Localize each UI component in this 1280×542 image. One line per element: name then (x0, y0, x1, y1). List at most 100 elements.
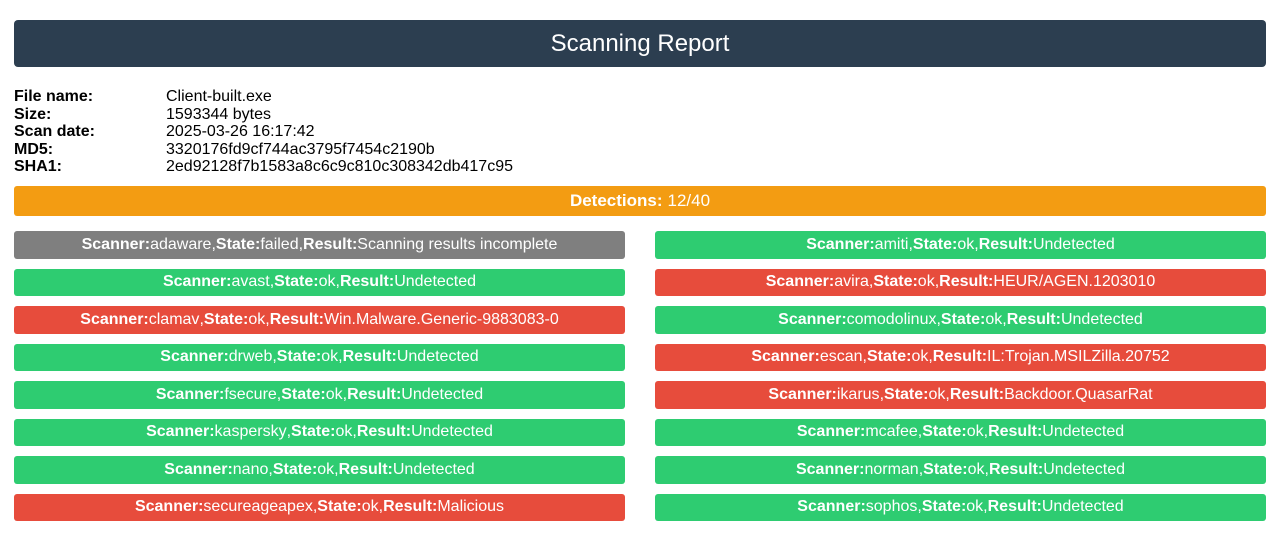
scanner-name: comodolinux (846, 310, 937, 328)
state-label: State: (317, 498, 362, 516)
state-label: State: (873, 273, 918, 291)
scanner-result-norman: Scanner: norman, State: ok, Result: Unde… (655, 456, 1266, 484)
scanner-name: avast (231, 273, 270, 291)
scanner-result-mcafee: Scanner: mcafee, State: ok, Result: Unde… (655, 418, 1266, 446)
state-label: State: (274, 273, 319, 291)
scanner-result-avira: Scanner: avira, State: ok, Result: HEUR/… (655, 268, 1266, 296)
state-label: State: (281, 385, 326, 403)
scanner-label: Scanner: (155, 385, 225, 403)
state-value: ok (911, 348, 929, 366)
scanner-label: Scanner: (806, 235, 875, 253)
state-label: State: (922, 423, 967, 441)
scanner-label: Scanner: (162, 273, 232, 291)
state-label: State: (203, 310, 249, 328)
state-label: State: (921, 498, 967, 516)
scanner-name: avira (834, 273, 869, 291)
result-value: Malicious (437, 498, 505, 516)
result-label: Result: (988, 460, 1044, 478)
scanner-result-amiti: Scanner: amiti, State: ok, Result: Undet… (655, 231, 1266, 259)
md5-value: 3320176fd9cf744ac3795f7454c2190b (166, 140, 435, 158)
scanner-result-fsecure: Scanner: fsecure, State: ok, Result: Und… (14, 381, 625, 409)
result-value: Backdoor.QuasarRat (1004, 385, 1153, 403)
result-value: Win.Malware.Generic-9883083-0 (323, 310, 559, 328)
state-label: State: (923, 460, 968, 478)
result-label: Result: (1006, 310, 1061, 328)
result-value: Undetected (1042, 423, 1125, 441)
result-label: Result: (988, 423, 1043, 441)
state-value: ok (325, 385, 343, 403)
file-name-label: File name: (14, 88, 94, 105)
scan-date-value: 2025-03-26 16:17:42 (166, 123, 315, 141)
state-label: State: (215, 235, 261, 253)
detections-label: Detections: (569, 191, 663, 210)
scanner-result-clamav: Scanner: clamav, State: ok, Result: Win.… (14, 306, 625, 334)
file-size-label: Size: (14, 105, 52, 123)
state-value: ok (917, 273, 935, 291)
state-value: ok (318, 273, 336, 291)
result-value: IL:Trojan.MSILZilla.20752 (987, 348, 1170, 366)
result-value: Undetected (1060, 310, 1143, 328)
state-label: State: (272, 460, 318, 478)
file-name-value: Client-built.exe (166, 88, 272, 105)
state-value: ok (966, 498, 984, 516)
result-label: Result: (347, 385, 402, 403)
state-label: State: (291, 423, 336, 441)
md5-label: MD5: (14, 140, 54, 158)
sha1-value: 2ed92128f7b1583a8c6c9c810c308342db417c95 (166, 158, 513, 176)
result-value: Undetected (392, 460, 475, 478)
scanner-result-secureageapex: Scanner: secureageapex, State: ok, Resul… (14, 493, 625, 521)
result-value: Undetected (401, 385, 484, 403)
result-label: Result: (339, 273, 395, 291)
scanner-results-grid: Scanner: adaware, State: failed, Result:… (14, 231, 1266, 521)
state-value: ok (966, 423, 984, 441)
result-value: Undetected (1032, 235, 1115, 253)
file-size-value: 1593344 bytes (166, 105, 271, 123)
scanner-result-ikarus: Scanner: ikarus, State: ok, Result: Back… (655, 381, 1266, 409)
scanner-result-nano: Scanner: nano, State: ok, Result: Undete… (14, 456, 625, 484)
result-value: Undetected (394, 273, 477, 291)
state-value: ok (248, 310, 266, 328)
scanner-label: Scanner: (768, 385, 837, 403)
state-value: ok (957, 235, 975, 253)
scanner-label: Scanner: (778, 310, 847, 328)
sha1-row: SHA1: 2ed92128f7b1583a8c6c9c810c308342db… (14, 158, 513, 176)
state-label: State: (912, 235, 958, 253)
file-size-row: Size: 1593344 bytes (14, 106, 513, 124)
md5-row: MD5: 3320176fd9cf744ac3795f7454c2190b (14, 141, 513, 159)
scanner-name: clamav (148, 310, 200, 328)
scanner-name: mcafee (865, 423, 918, 441)
state-value: ok (928, 385, 946, 403)
state-value: ok (335, 423, 353, 441)
scanner-result-sophos: Scanner: sophos, State: ok, Result: Unde… (655, 493, 1266, 521)
file-name-row: File name: Client-built.exe (14, 88, 513, 106)
state-value: failed (260, 235, 299, 253)
report-title-bar: Scanning Report (14, 20, 1266, 67)
result-value: Undetected (1041, 498, 1124, 516)
scanner-name: ikarus (836, 385, 880, 403)
result-value: HEUR/AGEN.1203010 (993, 273, 1156, 291)
scanner-name: adaware (150, 235, 212, 253)
result-label: Result: (342, 348, 397, 366)
scanner-name: escan (819, 348, 863, 366)
scanner-result-comodolinux: Scanner: comodolinux, State: ok, Result:… (655, 306, 1266, 334)
detections-count: 12/40 (667, 191, 711, 210)
scanner-label: Scanner: (797, 498, 866, 516)
state-value: ok (361, 498, 379, 516)
report-title: Scanning Report (550, 29, 730, 57)
scanner-label: Scanner: (795, 460, 865, 478)
state-label: State: (866, 348, 912, 366)
scanner-label: Scanner: (81, 235, 151, 253)
state-value: ok (321, 348, 339, 366)
scanner-label: Scanner: (146, 423, 215, 441)
scanner-name: amiti (874, 235, 909, 253)
detections-banner: Detections: 12/40 (14, 186, 1266, 216)
result-label: Result: (932, 348, 988, 366)
result-label: Result: (987, 498, 1042, 516)
scanner-result-escan: Scanner: escan, State: ok, Result: IL:Tr… (655, 343, 1266, 371)
result-value: Undetected (411, 423, 493, 441)
scanner-label: Scanner: (796, 423, 866, 441)
state-label: State: (884, 385, 929, 403)
result-label: Result: (269, 310, 324, 328)
result-label: Result: (949, 385, 1005, 403)
scanner-name: norman (864, 460, 919, 478)
